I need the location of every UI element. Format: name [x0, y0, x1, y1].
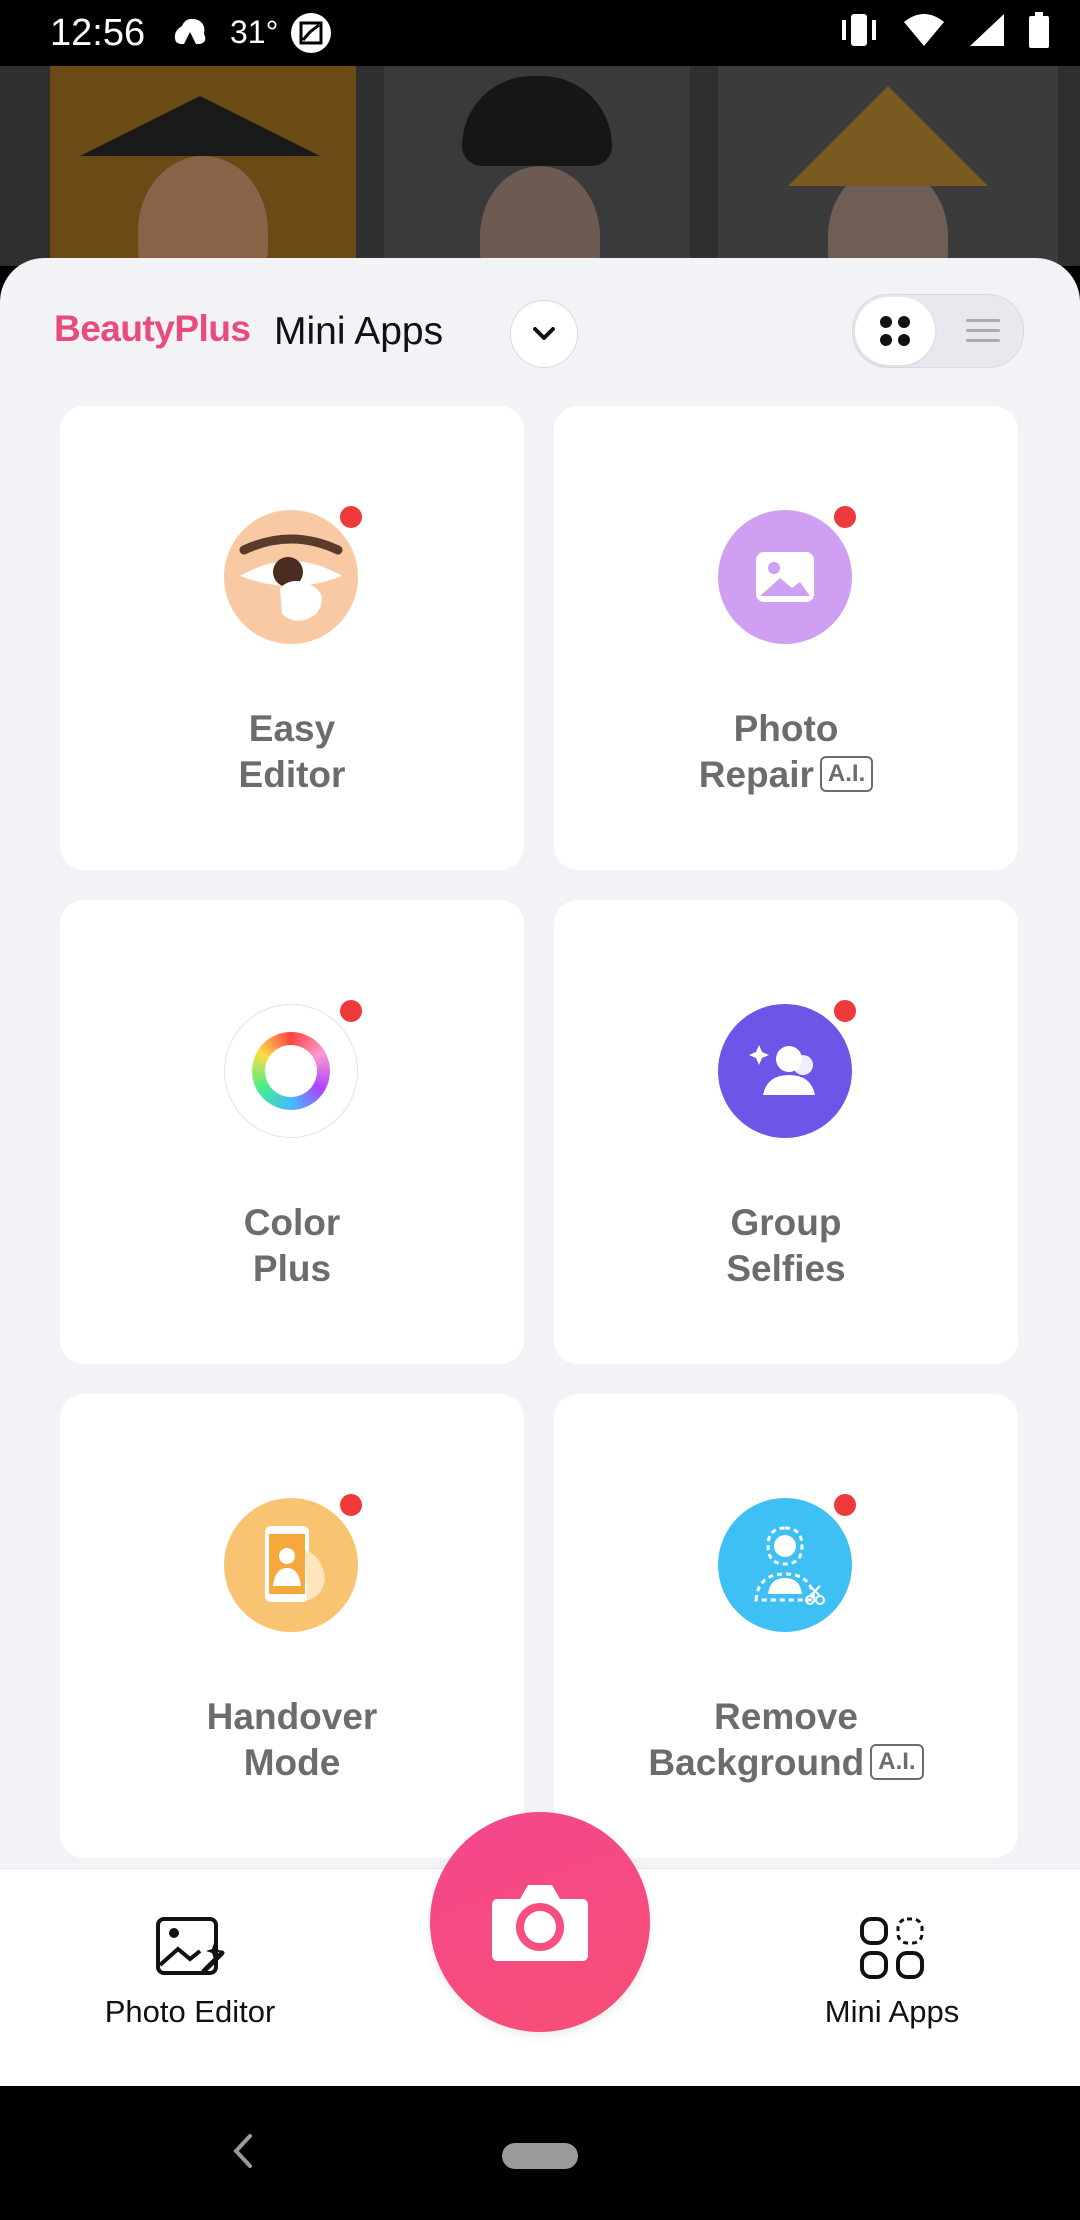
system-navigation-bar [0, 2086, 1080, 2220]
mini-apps-sheet: BeautyPlus Mini Apps Easy Editor Photo R… [0, 258, 1080, 1868]
nav-photo-editor[interactable]: Photo Editor [90, 1913, 290, 2030]
nav-photo-editor-label: Photo Editor [104, 1994, 276, 2029]
new-badge-dot [832, 998, 858, 1024]
app-card-remove-background[interactable]: Remove Background A.I. [554, 1394, 1018, 1858]
back-icon[interactable] [222, 2126, 262, 2176]
photo-police [384, 66, 690, 266]
ai-badge: A.I. [819, 756, 874, 793]
camera-button[interactable] [430, 1812, 650, 2032]
view-mode-toggle [852, 294, 1024, 368]
vibrate-icon [842, 14, 876, 46]
photo-witch [718, 66, 1058, 266]
camera-icon [492, 1885, 588, 1961]
mini-apps-icon [860, 1917, 924, 1979]
chevron-down-icon [533, 327, 555, 340]
new-badge-dot [338, 1492, 364, 1518]
signal-icon [970, 14, 1004, 46]
new-badge-dot [832, 1492, 858, 1518]
new-badge-dot [338, 504, 364, 530]
status-right-icons [838, 12, 1050, 48]
app-label: Photo Repair A.I. [554, 706, 1018, 798]
app-label: Group Selfies [726, 1202, 846, 1289]
color-plus-icon [224, 1004, 358, 1138]
app-card-color-plus[interactable]: Color Plus [60, 900, 524, 1364]
grid-view-button[interactable] [855, 297, 935, 365]
grid-view-icon [880, 316, 910, 346]
remove-background-icon [718, 1498, 852, 1632]
status-bar: 12:56 31° [0, 0, 1080, 66]
new-badge-dot [832, 504, 858, 530]
sheet-header: BeautyPlus Mini Apps [0, 258, 1080, 408]
battery-icon [1029, 12, 1049, 48]
app-card-photo-repair[interactable]: Photo Repair A.I. [554, 406, 1018, 870]
new-badge-dot [338, 998, 364, 1024]
app-card-handover-mode[interactable]: Handover Mode [60, 1394, 524, 1858]
app-label: Color Plus [243, 1202, 341, 1289]
page-title: Mini Apps [274, 310, 444, 353]
list-view-button[interactable] [945, 297, 1021, 365]
list-view-icon [966, 319, 1000, 342]
app-card-group-selfies[interactable]: Group Selfies [554, 900, 1018, 1364]
easy-editor-icon [224, 510, 358, 644]
status-time: 12:56 [50, 12, 146, 54]
wifi-icon [904, 14, 944, 46]
weather-icon [174, 18, 206, 44]
app-label: Remove Background A.I. [554, 1694, 1018, 1786]
photo-repair-icon [718, 510, 852, 644]
nav-mini-apps-label: Mini Apps [824, 1994, 960, 2029]
photo-graduation [50, 66, 356, 266]
dropdown-button[interactable] [510, 300, 578, 368]
home-pill[interactable] [502, 2143, 578, 2169]
app-card-easy-editor[interactable]: Easy Editor [60, 406, 524, 870]
image-icon [291, 13, 331, 53]
ai-badge: A.I. [870, 1744, 924, 1781]
status-temperature: 31° [230, 14, 279, 50]
app-label: Handover Mode [206, 1696, 378, 1783]
nav-mini-apps[interactable]: Mini Apps [792, 1913, 992, 2030]
app-label: Easy Editor [238, 708, 346, 795]
background-photo-strip [0, 66, 1080, 266]
handover-mode-icon [224, 1498, 358, 1632]
photo-editor-icon [156, 1917, 225, 1975]
group-selfies-icon [718, 1004, 852, 1138]
brand-logo: BeautyPlus [54, 308, 251, 349]
